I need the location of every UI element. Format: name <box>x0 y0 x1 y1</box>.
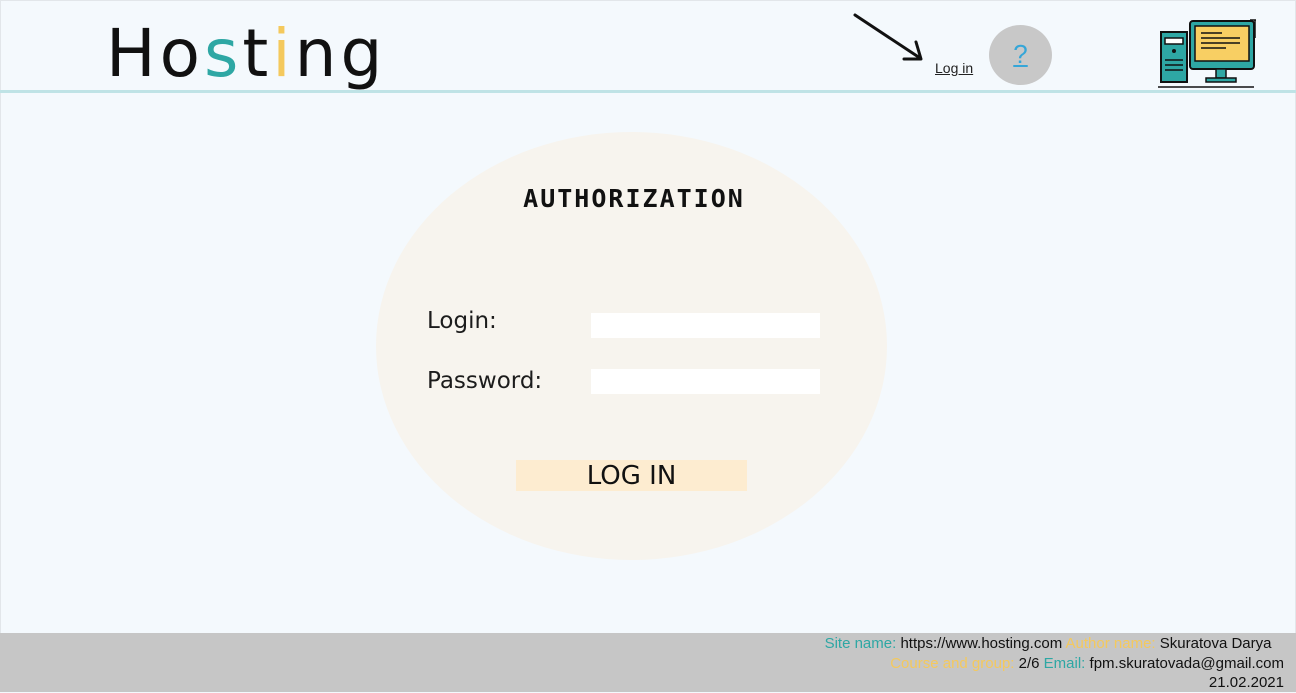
site-logo[interactable]: Hosting <box>106 14 386 94</box>
author-value: Skuratova Darya <box>1159 635 1272 652</box>
footer-line-3: 21.02.2021 <box>584 673 1284 693</box>
computer-icon <box>1158 19 1256 88</box>
course-label: Course and group: <box>890 654 1015 672</box>
login-input[interactable] <box>591 313 820 338</box>
password-input[interactable] <box>591 369 820 394</box>
site-header: Hosting Log in ? <box>0 0 1296 92</box>
header-divider <box>0 90 1296 93</box>
site-name-label: Site name: <box>824 635 897 652</box>
login-link[interactable]: Log in <box>935 60 973 76</box>
login-button[interactable]: LOG IN <box>516 460 747 491</box>
login-label: Login: <box>427 308 497 334</box>
auth-title: AUTHORIZATION <box>523 184 745 213</box>
logo-part-4: i <box>272 15 295 92</box>
author-label: Author name: <box>1065 635 1156 652</box>
footer-date: 21.02.2021 <box>1208 674 1284 691</box>
arrow-icon <box>853 13 923 61</box>
site-name-value: https://www.hosting.com <box>900 635 1063 652</box>
site-footer: Site name: https://www.hosting.com Autho… <box>0 633 1296 692</box>
logo-part-3: t <box>242 15 273 92</box>
help-icon: ? <box>1013 39 1028 69</box>
email-value: fpm.skuratovada@gmail.com <box>1089 654 1284 672</box>
help-button[interactable]: ? <box>989 25 1052 85</box>
logo-part-1: Ho <box>106 15 205 92</box>
email-label: Email: <box>1043 654 1086 672</box>
logo-part-5: ng <box>294 15 387 92</box>
logo-part-2: s <box>204 15 243 92</box>
footer-line-1: Site name: https://www.hosting.com Autho… <box>584 634 1284 654</box>
footer-info: Site name: https://www.hosting.com Autho… <box>584 634 1284 693</box>
footer-line-2: Course and group: 2/6 Email: fpm.skurato… <box>584 654 1284 674</box>
password-label: Password: <box>427 368 543 394</box>
course-value: 2/6 <box>1018 654 1040 672</box>
